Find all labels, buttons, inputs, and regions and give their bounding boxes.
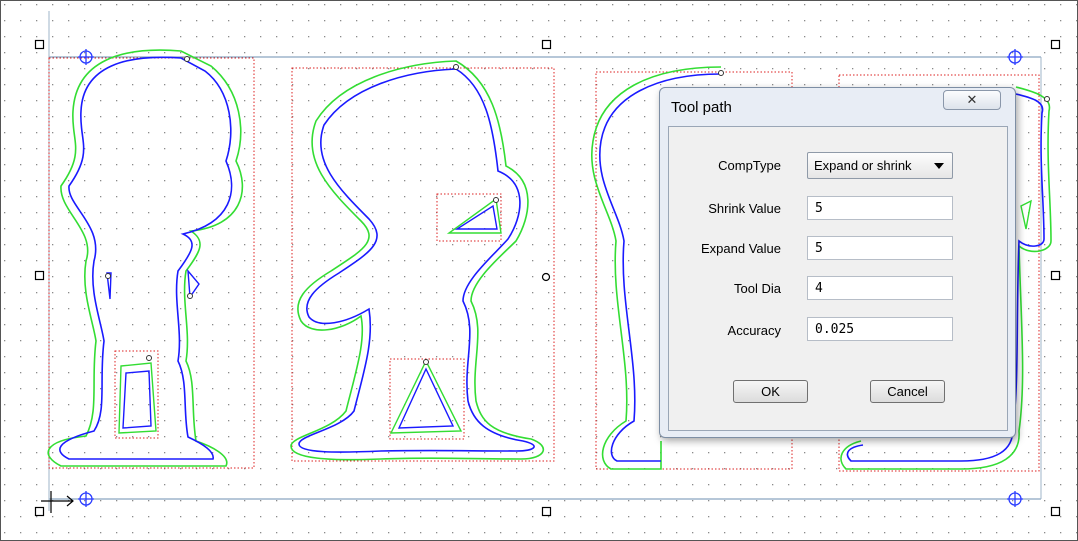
handle-bottom-right[interactable] [1050,506,1061,517]
handle-top-left[interactable] [34,39,45,50]
comptype-label: CompType [718,158,781,173]
shrink-value-label: Shrink Value [708,201,781,216]
comptype-value: Expand or shrink [814,158,912,173]
tool-dia-input[interactable]: 4 [807,276,953,300]
handle-bottom-middle[interactable] [541,506,552,517]
tool-dia-label: Tool Dia [734,281,781,296]
handle-top-right[interactable] [1050,39,1061,50]
ok-button[interactable]: OK [733,380,808,403]
dialog-title: Tool path [671,99,732,116]
handle-bottom-left[interactable] [34,506,45,517]
cancel-button[interactable]: Cancel [870,380,945,403]
handle-middle-left[interactable] [34,270,45,281]
accuracy-input[interactable]: 0.025 [807,317,953,341]
handle-middle-right[interactable] [1050,270,1061,281]
close-button[interactable]: ✕ [943,90,1001,110]
comptype-select[interactable]: Expand or shrink [807,152,953,179]
rotation-center[interactable] [541,272,551,282]
workspace[interactable]: Tool path ✕ CompType Expand or shrink Sh… [0,0,1078,541]
shrink-value-input[interactable]: 5 [807,196,953,220]
expand-value-label: Expand Value [701,241,781,256]
expand-value-input[interactable]: 5 [807,236,953,260]
dropdown-arrow-icon [934,163,944,169]
dialog-body: CompType Expand or shrink Shrink Value 5… [668,126,1008,431]
dialog-titlebar[interactable]: Tool path ✕ [660,88,1015,122]
accuracy-label: Accuracy [727,323,781,338]
tool-path-dialog[interactable]: Tool path ✕ CompType Expand or shrink Sh… [659,87,1016,438]
handle-top-middle[interactable] [541,39,552,50]
close-icon: ✕ [966,92,978,107]
